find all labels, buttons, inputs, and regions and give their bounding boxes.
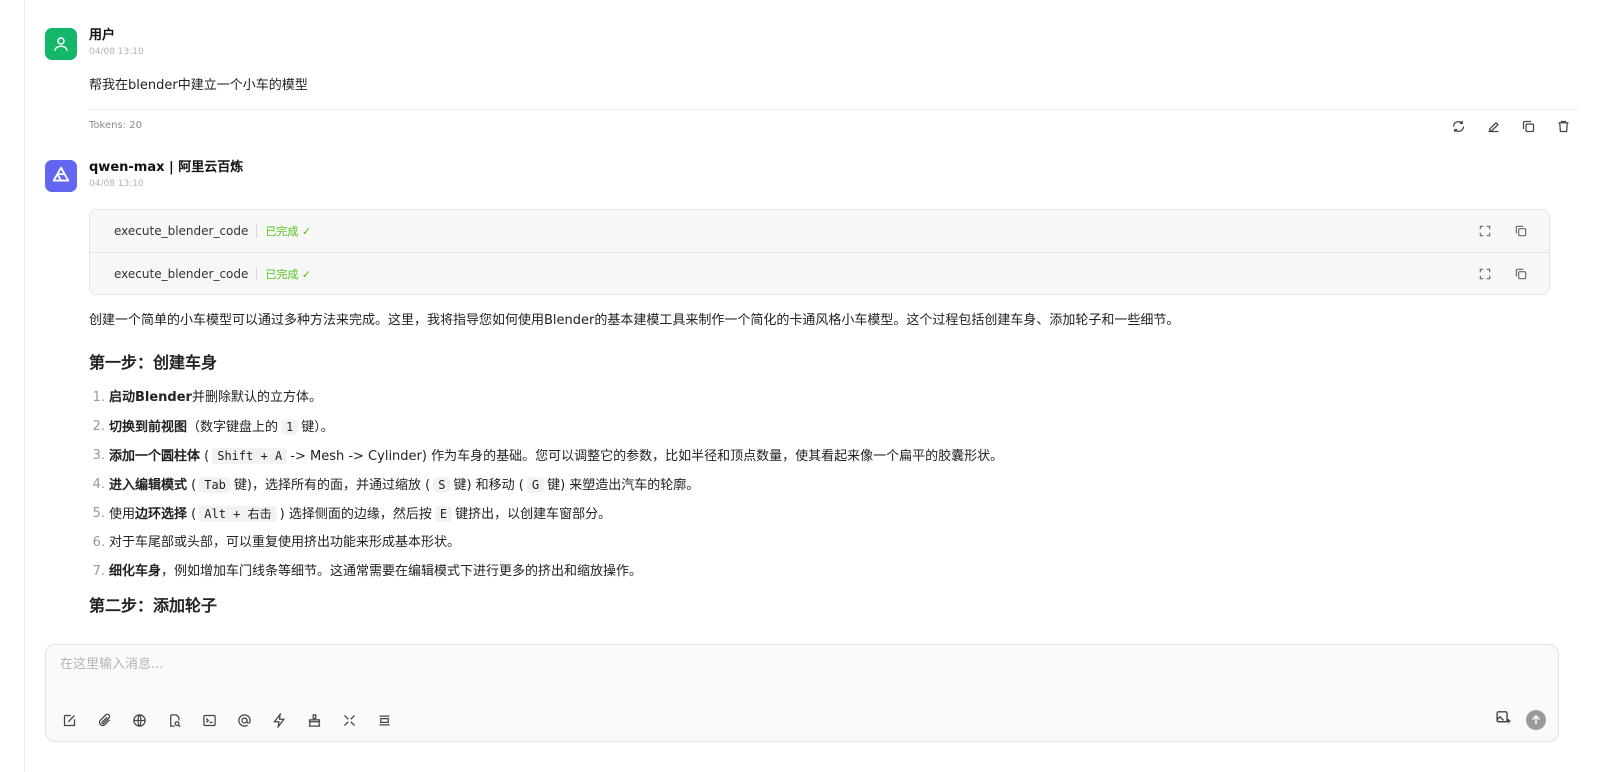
assistant-meta: qwen-max | 阿里云百炼 04/08 13:10 [89, 160, 243, 190]
intro-paragraph: 创建一个简单的小车模型可以通过多种方法来完成。这里，我将指导您如何使用Blend… [89, 313, 1180, 328]
regenerate-icon[interactable] [1450, 118, 1466, 134]
fullscreen-icon[interactable] [340, 711, 358, 729]
list-item: 6. 对于车尾部或头部，可以重复使用挤出功能来形成基本形状。 [92, 535, 461, 550]
tool-call-status: 已完成 ✓ [265, 267, 312, 281]
tool-call-actions [1477, 223, 1529, 239]
clear-brush-icon[interactable] [305, 711, 323, 729]
collapse-lines-icon[interactable] [375, 711, 393, 729]
assistant-name: qwen-max | 阿里云百炼 [89, 160, 244, 175]
list-item: 1. 启动Blender并删除默认的立方体。 [92, 390, 322, 405]
knowledge-search-icon[interactable] [165, 711, 183, 729]
user-message: 用户 04/08 13:10 帮我在blender中建立一个小车的模型 Toke… [45, 28, 1609, 138]
inline-code: 1 [281, 419, 299, 435]
user-meta: 用户 04/08 13:10 [89, 28, 144, 58]
edit-icon[interactable] [1485, 118, 1501, 134]
step2-heading: 第二步：添加轮子 [89, 596, 218, 615]
inline-code: Tab [199, 477, 231, 493]
tool-call-name: execute_blender_code [114, 224, 258, 238]
list-item: 4. 进入编辑模式 (Tab 键)，选择所有的面，并通过缩放 (S 键) 和移动 (… [92, 477, 700, 493]
inline-code: G [526, 477, 545, 493]
inline-code: E [434, 506, 453, 522]
attachment-icon[interactable] [95, 711, 113, 729]
expand-icon[interactable] [1477, 223, 1493, 239]
copy-icon[interactable] [1513, 223, 1529, 239]
assistant-content: 创建一个简单的小车模型可以通过多种方法来完成。这里，我将指导您如何使用Blend… [89, 312, 1559, 617]
list-item: 5. 使用边环选择 (Alt + 右击) 选择侧面的边缘，然后按 E 键挤出，以创建… [92, 506, 612, 522]
list-item: 3. 添加一个圆柱体 (Shift + A -> Mesh -> Cylinder… [92, 448, 1004, 464]
globe-icon[interactable] [130, 711, 148, 729]
left-rail [0, 0, 25, 772]
tool-call-row[interactable]: execute_blender_code 已完成 ✓ [90, 252, 1549, 294]
send-button[interactable] [1526, 709, 1546, 730]
list-item: 7. 细化车身，例如增加车门线条等细节。这通常需要在编辑模式下进行更多的挤出和缩… [92, 564, 643, 579]
message-actions [1450, 118, 1571, 134]
copy-icon[interactable] [1520, 118, 1536, 134]
lightning-icon[interactable] [270, 711, 288, 729]
user-message-text: 帮我在blender中建立一个小车的模型 [89, 78, 308, 93]
mention-icon[interactable] [235, 711, 253, 729]
chat-area: 用户 04/08 13:10 帮我在blender中建立一个小车的模型 Toke… [25, 0, 1609, 772]
user-time: 04/08 13:10 [89, 47, 144, 57]
inline-code: Shift + A [212, 448, 288, 464]
composer-toolbar [60, 711, 393, 729]
step1-list: 1. 启动Blender并删除默认的立方体。 2. 切换到前视图（数字键盘上的 1… [89, 388, 1559, 591]
tool-call-status: 已完成 ✓ [265, 225, 312, 238]
tool-call-actions [1477, 266, 1529, 282]
message-input[interactable] [60, 657, 1360, 672]
image-add-icon[interactable] [1495, 709, 1512, 730]
tool-call-name: execute_blender_code [114, 266, 258, 281]
new-topic-icon[interactable] [60, 711, 78, 729]
tool-calls: execute_blender_code 已完成 ✓ execute_blend… [89, 209, 1550, 295]
assistant-message: qwen-max | 阿里云百炼 04/08 13:10 execute_ble… [45, 160, 1609, 644]
step1-heading: 第一步：创建车身 [89, 353, 218, 372]
assistant-time: 04/08 13:10 [89, 179, 144, 189]
terminal-icon[interactable] [200, 711, 218, 729]
user-name: 用户 [89, 28, 116, 43]
inline-code: S [433, 477, 451, 493]
composer-actions [1495, 709, 1546, 730]
expand-icon[interactable] [1477, 266, 1493, 282]
inline-code: Alt + 右击 [199, 506, 277, 522]
user-avatar-icon [45, 28, 77, 60]
copy-icon[interactable] [1513, 266, 1529, 282]
message-composer [45, 644, 1559, 742]
token-count: Tokens: 20 [89, 120, 142, 131]
delete-icon[interactable] [1555, 118, 1571, 134]
message-divider [89, 109, 1579, 110]
tool-call-row[interactable]: execute_blender_code 已完成 ✓ [90, 210, 1549, 252]
list-item: 2. 切换到前视图（数字键盘上的 1 键）。 [92, 419, 334, 435]
qwen-logo-icon [45, 160, 77, 192]
